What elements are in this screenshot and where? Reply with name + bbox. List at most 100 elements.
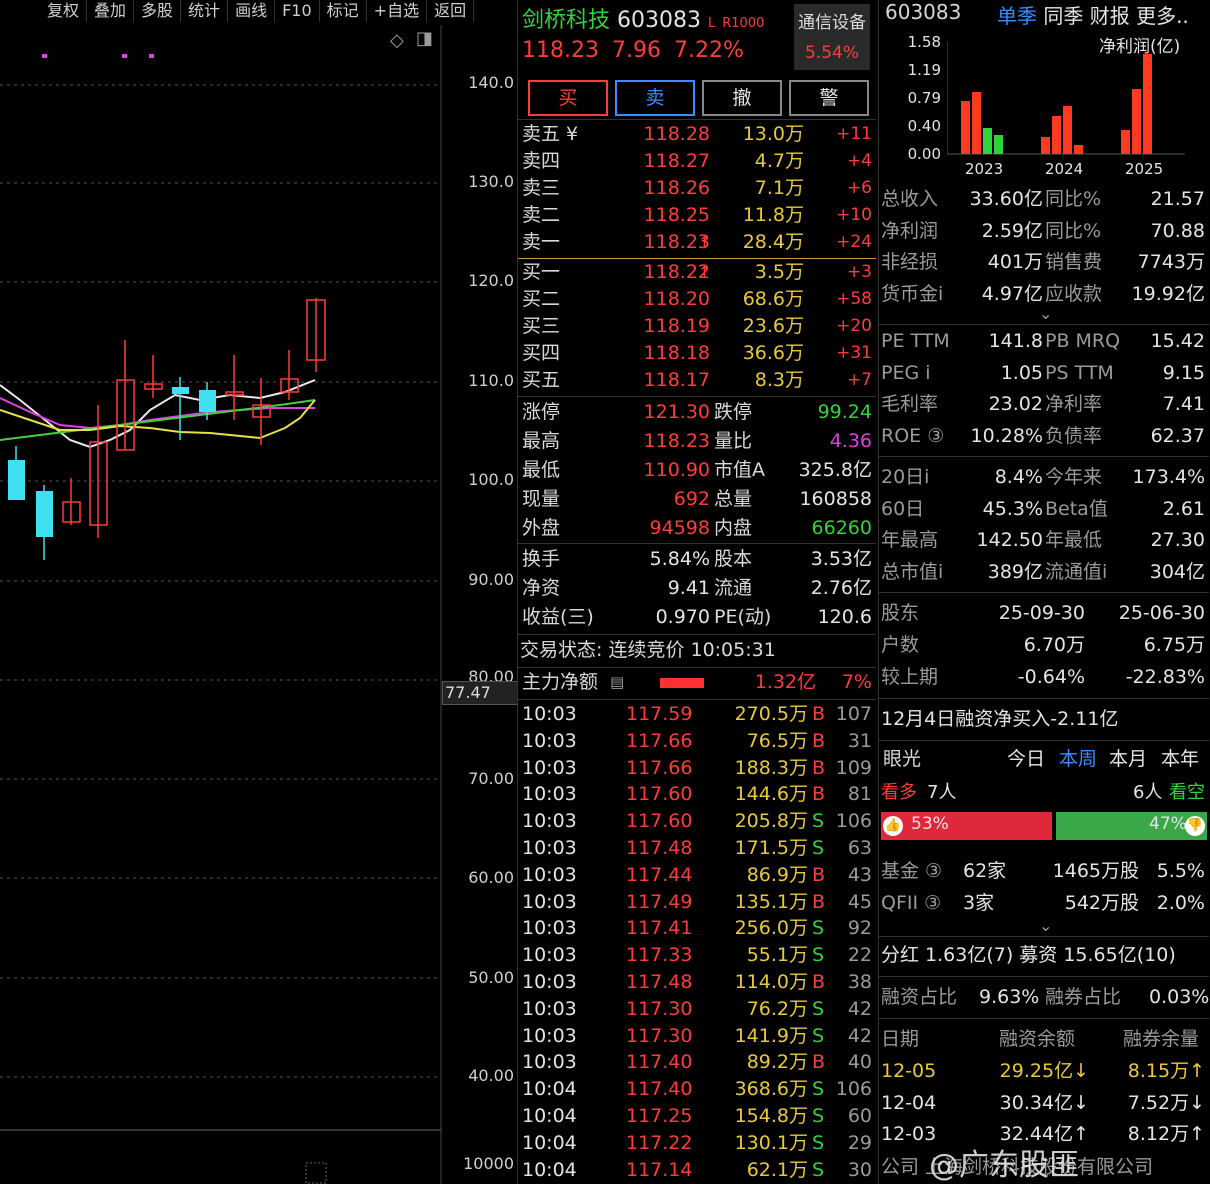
sector-box[interactable]: 通信设备 5.54% [794, 4, 870, 70]
margin-col: 日期 [881, 1028, 920, 1050]
bid-price: 118.22 [643, 261, 710, 283]
tick-count: 63 [847, 837, 872, 859]
bid-label: 买四 [522, 342, 561, 364]
tick-time: 10:04 [522, 1131, 577, 1154]
tick-side: S [812, 1158, 825, 1181]
metric-value: 7.41 [1162, 393, 1205, 415]
ask-vol: 11.8万 [742, 204, 804, 226]
fund-row: 基金 ③ 62家 1465万股 5.5% [879, 856, 1209, 887]
stat-value: 2.76亿 [810, 577, 872, 599]
tick-volume: 86.9万 [746, 863, 808, 886]
bid-price: 118.17 [643, 369, 710, 391]
list-icon[interactable]: ▤ [610, 669, 624, 696]
year-2023: 2023 [965, 160, 1004, 178]
fund-pct: 5.5% [1156, 860, 1205, 882]
tab-caibao[interactable]: 财报 [1090, 4, 1130, 28]
stat-value: 3.53亿 [810, 548, 872, 570]
profit-bar [1074, 145, 1083, 154]
metric-label: PB MRQ [1045, 330, 1121, 352]
bid-row-1[interactable]: 买一 118.22 ↑ 3.5万 +3 [518, 259, 876, 286]
bid-row-2[interactable]: 买二 118.20 68.6万 +58 [518, 286, 876, 313]
vision-tab-month[interactable]: 本月 [1109, 744, 1147, 771]
ask-chg: +10 [836, 205, 872, 225]
profit-bar [1143, 54, 1152, 154]
thumbs-down-icon[interactable]: 👎 [1185, 816, 1205, 836]
fund-count: 62家 [963, 860, 1007, 882]
up-arrow-icon: ↑ [698, 233, 711, 251]
f10-tabs: 单季 同季 财报 更多.. [997, 0, 1189, 29]
y-tick-50: 50.00 [468, 968, 514, 987]
stat-value: 118.23 [643, 430, 710, 452]
holders-row: 户数 6.70万 6.75万 [879, 630, 1209, 661]
bid-row-3[interactable]: 买三 118.19 23.6万 +20 [518, 313, 876, 340]
tab-more[interactable]: 更多.. [1136, 4, 1189, 28]
metric-value: 33.60亿 [969, 188, 1043, 210]
fund-row: QFII ③ 3家 542万股 2.0% [879, 888, 1209, 919]
metric-value: 21.57 [1150, 188, 1205, 210]
tick-count: 30 [847, 1158, 872, 1181]
kline-chart[interactable]: 复权 叠加 多股 统计 画线 F10 标记 +自选 返回 ◇ ◨ 140.0 1… [0, 0, 518, 1184]
metric-label: Beta值 [1045, 497, 1108, 520]
metric-value: 4.97亿 [981, 282, 1043, 305]
tab-tongji[interactable]: 同季 [1043, 4, 1083, 28]
holders-value: 6.75万 [1143, 634, 1205, 656]
stat-label: 股本 [714, 548, 753, 570]
tick-row: 10:04 117.40 368.6万 S 106 [518, 1076, 876, 1103]
ask-price: 118.27 [643, 150, 710, 172]
vision-tab-week[interactable]: 本周 [1059, 744, 1097, 771]
tick-row: 10:03 117.30 141.9万 S 42 [518, 1023, 876, 1050]
tick-side: S [812, 837, 825, 859]
bid-vol: 36.6万 [742, 342, 804, 364]
buy-button[interactable]: 买 [528, 80, 608, 116]
stat-label: 流通 [714, 577, 753, 599]
divider [518, 699, 876, 700]
main-flow-value: 1.32亿 [754, 671, 816, 693]
divider [879, 592, 1209, 593]
vision-tab-year[interactable]: 本年 [1161, 744, 1199, 771]
tab-danji[interactable]: 单季 [997, 4, 1037, 28]
tick-count: 60 [847, 1105, 872, 1127]
ask-row-2[interactable]: 卖二 118.25 11.8万 +10 [518, 202, 876, 229]
thumbs-up-icon[interactable]: 👍 [883, 816, 903, 836]
stat-value: 160858 [799, 488, 872, 510]
bid-vol: 23.6万 [742, 315, 804, 337]
metric-value: 142.50 [976, 529, 1043, 551]
tick-volume: 154.8万 [734, 1105, 808, 1127]
tick-count: 43 [847, 863, 872, 886]
tick-row: 10:03 117.66 188.3万 B 109 [518, 755, 876, 782]
stat-row: 外盘 94598 内盘 66260 [518, 514, 876, 543]
stat-value: 5.84% [649, 548, 710, 570]
profit-bar-chart [947, 42, 1185, 155]
margin-col: 融券余量 [1123, 1028, 1200, 1050]
tick-side: B [812, 971, 826, 993]
ask-row-1[interactable]: 卖一 118.23 ↑ 28.4万 +24 [518, 229, 876, 256]
tick-price: 117.60 [626, 810, 693, 833]
divider [879, 456, 1209, 457]
tick-time: 10:03 [522, 917, 577, 940]
main-flow-row[interactable]: 主力净额 ▤ 1.32亿 7% [518, 669, 876, 697]
metric-value: 70.88 [1150, 219, 1205, 242]
ask-row-3[interactable]: 卖三 118.26 7.1万 +6 [518, 175, 876, 202]
sell-button[interactable]: 卖 [615, 80, 695, 116]
margin-balance: 30.34亿↓ [999, 1091, 1089, 1114]
stat-label: 外盘 [522, 517, 561, 539]
ask-row-5[interactable]: 卖五 ¥ 118.28 13.0万 +11 [518, 121, 876, 148]
tick-volume: 130.1万 [734, 1131, 808, 1154]
tick-side: S [812, 944, 825, 967]
holders-date: 25-06-30 [1118, 602, 1205, 624]
bid-row-4[interactable]: 买四 118.18 36.6万 +31 [518, 340, 876, 367]
metric-label: 净利率 [1045, 393, 1103, 415]
vision-tab-today[interactable]: 今日 [1007, 744, 1045, 771]
bid-row-5[interactable]: 买五 118.17 8.3万 +7 [518, 367, 876, 394]
tick-time: 10:03 [522, 729, 577, 752]
cancel-button[interactable]: 撤 [702, 80, 782, 116]
tick-time: 10:03 [522, 783, 577, 806]
divider [879, 1018, 1209, 1019]
trade-status-text: 交易状态: 连续竞价 10:05:31 [520, 639, 776, 661]
stat-row: 涨停 121.30 跌停 99.24 [518, 398, 876, 427]
current-price: 118.23 [522, 38, 599, 63]
alert-button[interactable]: 警 [789, 80, 869, 116]
vote-bar[interactable]: 👍 53% 47% 👎 [881, 812, 1207, 840]
metric-row: PEG i 1.05 PS TTM 9.15 [879, 358, 1209, 389]
ask-row-4[interactable]: 卖四 118.27 4.7万 +4 [518, 148, 876, 175]
